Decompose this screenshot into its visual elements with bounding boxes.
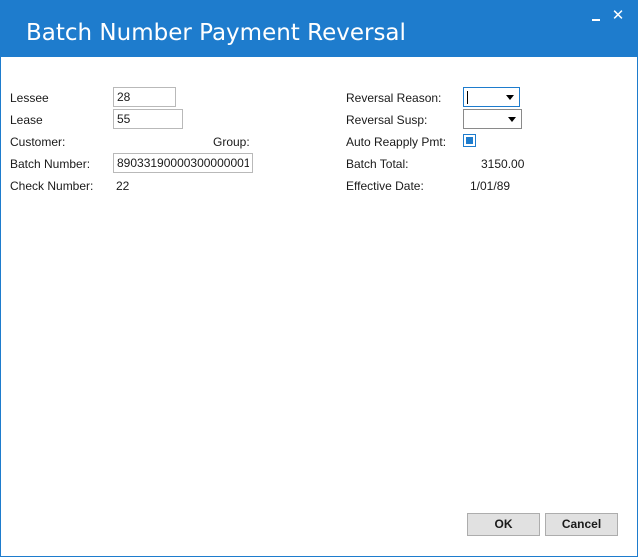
title-bar: Batch Number Payment Reversal ✕ — [1, 1, 637, 57]
chevron-down-icon — [508, 117, 516, 122]
reversal-reason-label: Reversal Reason: — [346, 91, 442, 105]
auto-reapply-checkbox[interactable] — [463, 134, 476, 147]
lessee-label: Lessee — [10, 91, 49, 105]
lessee-input[interactable] — [113, 87, 176, 107]
batch-number-input[interactable] — [113, 153, 253, 173]
reversal-susp-label: Reversal Susp: — [346, 113, 428, 127]
customer-label: Customer: — [10, 135, 66, 149]
close-button[interactable]: ✕ — [609, 7, 627, 25]
minimize-icon — [592, 19, 600, 21]
window-title: Batch Number Payment Reversal — [26, 20, 406, 46]
batch-total-label: Batch Total: — [346, 157, 409, 171]
check-number-value: 22 — [116, 179, 130, 193]
cancel-button[interactable]: Cancel — [545, 513, 618, 536]
group-label: Group: — [213, 135, 250, 149]
auto-reapply-label: Auto Reapply Pmt: — [346, 135, 447, 149]
minimize-button[interactable] — [587, 7, 605, 25]
chevron-down-icon — [506, 95, 514, 100]
ok-button[interactable]: OK — [467, 513, 540, 536]
checkbox-checked-icon — [466, 137, 473, 144]
payment-reversal-dialog: Batch Number Payment Reversal ✕ Lessee L… — [0, 0, 638, 557]
reversal-susp-dropdown[interactable] — [463, 109, 522, 129]
effective-date-label: Effective Date: — [346, 179, 424, 193]
effective-date-value: 1/01/89 — [470, 179, 511, 193]
reversal-reason-dropdown[interactable] — [463, 87, 520, 107]
check-number-label: Check Number: — [10, 179, 94, 193]
batch-total-value: 3150.00 — [481, 157, 525, 171]
lease-label: Lease — [10, 113, 43, 127]
close-icon: ✕ — [611, 7, 625, 24]
lease-input[interactable] — [113, 109, 183, 129]
batch-number-label: Batch Number: — [10, 157, 91, 171]
text-cursor — [467, 91, 468, 104]
